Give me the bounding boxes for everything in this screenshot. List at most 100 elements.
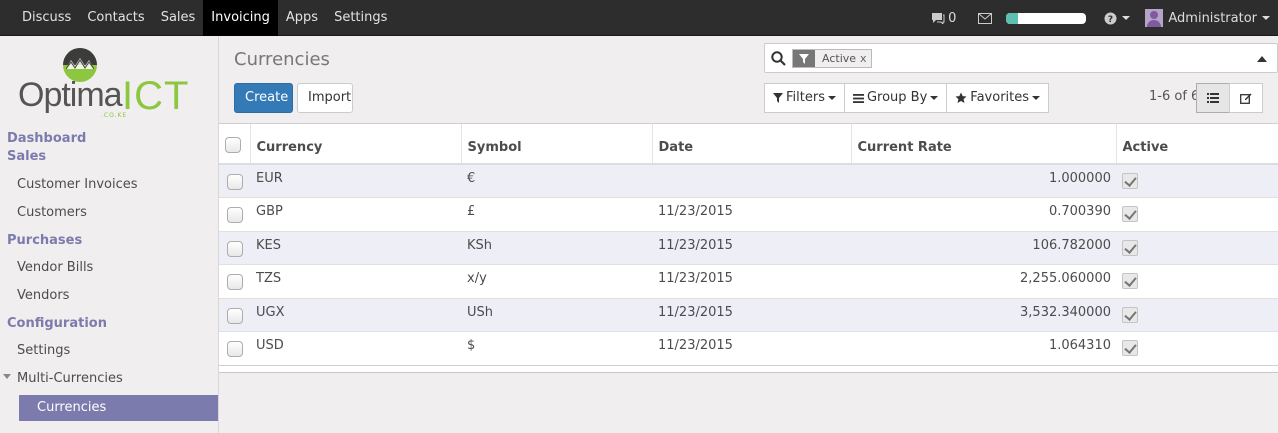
comments-icon — [932, 13, 945, 24]
filters-dropdown[interactable]: Filters — [764, 83, 845, 113]
company-logo[interactable]: Optima ICT .CO.KE — [18, 48, 204, 120]
table-row[interactable]: USD $ 11/23/2015 1.064310 — [219, 331, 1278, 365]
cell-symbol: KSh — [461, 230, 652, 265]
logo-text-optima: Optima — [18, 76, 123, 114]
cell-rate: 106.782000 — [851, 230, 1116, 265]
menu-settings[interactable]: Settings — [326, 0, 395, 36]
column-header-active[interactable]: Active — [1115, 124, 1278, 165]
table-row[interactable]: UGX USh 11/23/2015 3,532.340000 — [219, 297, 1278, 332]
sidebar-item-settings[interactable]: Settings — [0, 337, 218, 365]
systray: 0 ? Administrator — [931, 0, 1278, 36]
menu-sales[interactable]: Sales — [153, 0, 204, 36]
sidebar-item-customers[interactable]: Customers — [0, 199, 218, 227]
menu-discuss[interactable]: Discuss — [0, 0, 79, 36]
group-by-dropdown[interactable]: Group By — [843, 83, 948, 113]
menu-apps[interactable]: Apps — [278, 0, 326, 36]
row-checkbox[interactable] — [227, 307, 243, 324]
row-checkbox[interactable] — [227, 174, 243, 190]
list-view: Currency Symbol Date Current Rate Active… — [219, 124, 1278, 433]
user-menu-button[interactable]: Administrator — [1145, 9, 1270, 27]
list-view-button[interactable] — [1196, 83, 1230, 113]
cell-date: 11/23/2015 — [652, 297, 851, 332]
cell-active — [1116, 163, 1278, 198]
row-checkbox[interactable] — [227, 274, 243, 290]
select-all-checkbox[interactable] — [225, 136, 241, 153]
progress-fill — [1006, 12, 1019, 24]
cell-symbol: x/y — [461, 264, 652, 298]
row-select-cell — [219, 230, 250, 265]
cell-currency: GBP — [250, 197, 461, 231]
sidebar-header-configuration[interactable]: Configuration — [0, 315, 218, 333]
facet-remove-button[interactable]: x — [860, 50, 871, 67]
view-switcher — [1196, 83, 1263, 113]
control-panel: Currencies Create Import Active x Filter… — [219, 36, 1278, 124]
sidebar-item-customer-invoices[interactable]: Customer Invoices — [0, 171, 218, 199]
cell-active — [1116, 297, 1278, 332]
column-header-date[interactable]: Date — [651, 124, 851, 165]
sidebar-item-multi-currencies[interactable]: Multi-Currencies — [0, 365, 218, 393]
table-row[interactable]: GBP £ 11/23/2015 0.700390 — [219, 197, 1278, 231]
row-checkbox[interactable] — [227, 207, 243, 223]
row-checkbox[interactable] — [227, 240, 243, 257]
cell-date: 11/23/2015 — [652, 264, 851, 298]
sidebar-header-sales[interactable]: Sales — [0, 148, 218, 166]
cell-date: 11/23/2015 — [652, 197, 851, 231]
caret-up-icon[interactable] — [1257, 56, 1267, 62]
app-menu: Discuss Contacts Sales Invoicing Apps Se… — [0, 0, 395, 36]
sidebar: Optima ICT .CO.KE Dashboard Sales Custom… — [0, 36, 219, 433]
cell-currency: UGX — [250, 297, 461, 332]
sidebar-header-dashboard[interactable]: Dashboard — [0, 130, 218, 148]
cell-rate: 3,532.340000 — [851, 297, 1116, 332]
sidebar-nav: Dashboard Sales Customer Invoices Custom… — [0, 130, 218, 421]
active-checkbox — [1122, 273, 1138, 289]
search-facet-active: Active x — [792, 49, 872, 68]
user-name: Administrator — [1168, 10, 1257, 26]
favorites-dropdown[interactable]: Favorites — [946, 83, 1050, 113]
messages-button[interactable]: 0 — [931, 11, 956, 26]
edit-icon — [1240, 93, 1252, 104]
mail-button[interactable] — [978, 12, 993, 24]
chevron-down-icon — [930, 96, 939, 100]
form-view-button[interactable] — [1229, 83, 1263, 113]
sidebar-header-purchases[interactable]: Purchases — [0, 232, 218, 250]
table-row[interactable]: EUR € 1.000000 — [219, 163, 1278, 198]
chevron-down-icon — [1262, 16, 1270, 20]
active-checkbox — [1122, 173, 1138, 189]
table-row[interactable]: TZS x/y 11/23/2015 2,255.060000 — [219, 264, 1278, 298]
chevron-down-icon — [1032, 96, 1041, 100]
menu-invoicing[interactable]: Invoicing — [203, 0, 278, 36]
cell-date: 11/23/2015 — [652, 230, 851, 265]
create-button[interactable]: Create — [234, 83, 293, 113]
column-header-currency[interactable]: Currency — [249, 124, 461, 165]
search-input[interactable]: Active x — [764, 43, 1278, 73]
cell-active — [1116, 331, 1278, 365]
active-checkbox — [1122, 340, 1138, 356]
caret-down-icon — [3, 374, 11, 379]
row-checkbox[interactable] — [227, 341, 243, 357]
pager-value[interactable]: 1-6 of 6 — [1149, 89, 1199, 104]
column-header-current-rate[interactable]: Current Rate — [850, 124, 1116, 165]
currencies-table: Currency Symbol Date Current Rate Active… — [219, 124, 1278, 365]
sidebar-item-label: Multi-Currencies — [17, 371, 123, 386]
cell-rate: 1.000000 — [851, 163, 1116, 198]
chevron-down-icon — [827, 96, 836, 100]
select-all-cell — [219, 124, 250, 165]
sidebar-item-vendor-bills[interactable]: Vendor Bills — [0, 254, 218, 282]
cell-active — [1116, 197, 1278, 231]
facet-label: Active — [822, 52, 857, 65]
cell-currency: EUR — [250, 163, 461, 198]
cell-symbol: € — [461, 163, 652, 198]
table-row[interactable]: KES KSh 11/23/2015 106.782000 — [219, 230, 1278, 265]
table-header-row: Currency Symbol Date Current Rate Active — [219, 124, 1278, 165]
messages-count: 0 — [948, 10, 957, 26]
help-menu-button[interactable]: ? — [1104, 12, 1131, 25]
import-button[interactable]: Import — [297, 83, 353, 113]
column-header-symbol[interactable]: Symbol — [460, 124, 652, 165]
sidebar-item-vendors[interactable]: Vendors — [0, 282, 218, 310]
logo-text-ict: ICT — [122, 74, 190, 118]
sidebar-item-currencies[interactable]: Currencies — [19, 395, 218, 421]
cell-date — [652, 163, 851, 198]
cell-symbol: $ — [461, 331, 652, 365]
page-title: Currencies — [234, 49, 330, 70]
menu-contacts[interactable]: Contacts — [79, 0, 152, 36]
